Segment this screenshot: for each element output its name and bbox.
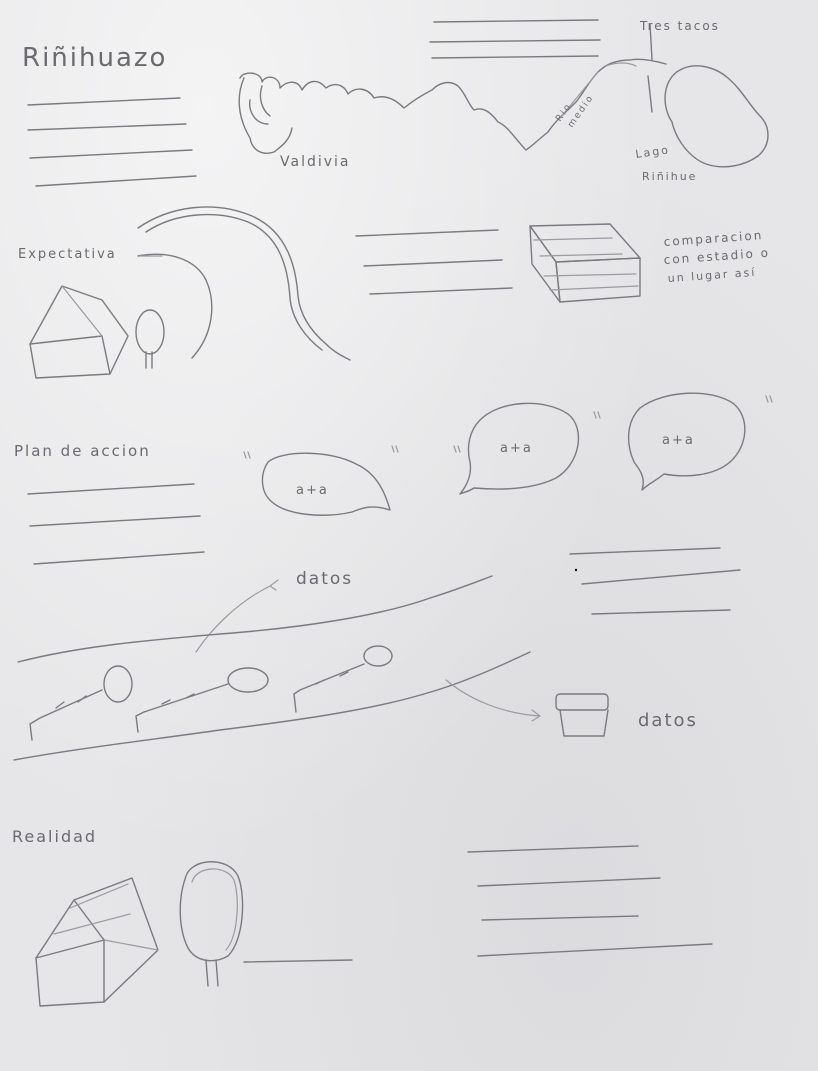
plan-heading: Plan de accion — [14, 442, 151, 460]
plan-text-lines — [27, 483, 205, 565]
realidad-text-lines — [467, 845, 713, 957]
pencil-sketch: Riñihuazo Valdivia Rio medio Tres tacos … — [12, 19, 773, 1007]
comparison-line-1: comparacion — [663, 228, 763, 249]
lago-label: Lago — [635, 143, 671, 161]
page-title: Riñihuazo — [22, 43, 167, 73]
expectativa-drawing — [29, 206, 351, 379]
rinihue-label: Riñihue — [642, 170, 697, 183]
bubble-text-1: a+a — [296, 483, 329, 498]
realidad-heading: Realidad — [12, 827, 97, 846]
realidad-drawing — [35, 861, 353, 1007]
stadium-box-drawing — [529, 223, 641, 303]
comparison-line-3: un lugar así — [667, 266, 756, 285]
datos-arrow-top-head — [269, 579, 279, 591]
datos-top-label: datos — [296, 569, 353, 589]
people-figures — [29, 645, 393, 741]
datos-bucket-label: datos — [638, 710, 698, 731]
valdivia-label: Valdivia — [280, 154, 351, 170]
comparison-line-2: con estadio o — [663, 246, 770, 267]
bubble-text-3: a+a — [662, 433, 695, 448]
datos-arrow-top — [195, 585, 271, 653]
sketch-page: Riñihuazo Valdivia Rio medio Tres tacos … — [0, 0, 818, 1071]
datos-arrow-bucket — [445, 679, 541, 717]
title-text-lines — [27, 97, 197, 187]
expectativa-heading: Expectativa — [18, 247, 117, 262]
expectativa-text-lines — [355, 229, 513, 295]
bubble-text-2: a+a — [500, 441, 533, 456]
plan-right-text-lines — [569, 547, 741, 615]
tres-tacos-label: Tres tacos — [639, 19, 720, 33]
top-text-lines — [429, 19, 601, 59]
river-map-drawing — [238, 23, 769, 168]
datos-bucket-drawing — [555, 693, 609, 737]
river-drawing — [13, 575, 531, 761]
